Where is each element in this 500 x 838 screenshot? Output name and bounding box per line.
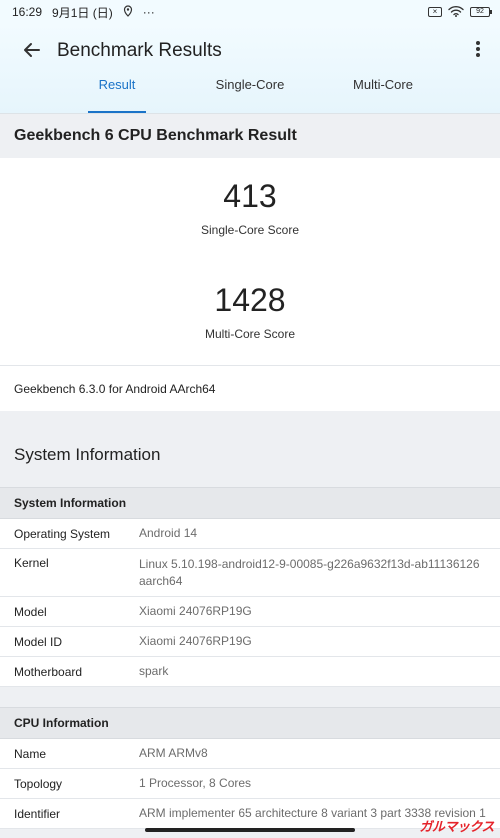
table-row: Topology 1 Processor, 8 Cores	[0, 769, 500, 799]
app-bar: Benchmark Results Result Single-Core Mul…	[0, 24, 500, 114]
battery-icon: 92	[470, 7, 492, 17]
more-dot-icon	[476, 41, 480, 45]
single-core-score-block: 413 Single-Core Score	[0, 158, 500, 262]
row-value: ARM ARMv8	[139, 746, 208, 760]
more-dot-icon	[476, 47, 480, 51]
tab-multi-core[interactable]: Multi-Core	[340, 73, 426, 113]
system-table-header: System Information	[0, 487, 500, 519]
no-sim-icon: ×	[428, 7, 442, 17]
status-date: 9月1日 (日)	[52, 5, 113, 20]
tab-bar: Result Single-Core Multi-Core	[0, 73, 500, 113]
more-options-button[interactable]	[474, 38, 482, 60]
watermark-logo: ガルマックス	[419, 819, 494, 834]
row-value: Android 14	[139, 526, 198, 540]
result-heading: Geekbench 6 CPU Benchmark Result	[0, 114, 500, 158]
back-button[interactable]	[20, 38, 44, 62]
row-value: 1 Processor, 8 Cores	[139, 776, 252, 790]
row-key: Name	[14, 746, 47, 761]
multi-core-score: 1428	[214, 282, 286, 318]
location-icon	[123, 4, 133, 20]
row-value: Xiaomi 24076RP19G	[139, 634, 252, 648]
row-key: Kernel	[14, 556, 49, 570]
row-key: Model	[14, 604, 47, 619]
table-row: Model ID Xiaomi 24076RP19G	[0, 627, 500, 657]
multi-core-label: Multi-Core Score	[204, 327, 296, 341]
multi-core-score-block: 1428 Multi-Core Score	[0, 262, 500, 365]
tab-single-core[interactable]: Single-Core	[205, 73, 295, 113]
status-right: × 92	[428, 5, 492, 20]
arrow-left-icon	[24, 43, 40, 57]
wifi-icon	[448, 5, 464, 20]
tab-result[interactable]: Result	[87, 73, 147, 113]
row-key: Identifier	[14, 806, 61, 821]
row-key: Motherboard	[14, 664, 83, 679]
spacer	[0, 687, 500, 707]
row-key: Topology	[14, 776, 63, 791]
battery-level: 92	[476, 8, 484, 15]
table-row: Name ARM ARMv8	[0, 739, 500, 769]
score-card: 413 Single-Core Score 1428 Multi-Core Sc…	[0, 158, 500, 411]
table-row: Model Xiaomi 24076RP19G	[0, 597, 500, 627]
row-value: Linux 5.10.198-android12-9-00085-g226a96…	[139, 556, 480, 596]
row-value: spark	[139, 664, 169, 678]
status-time: 16:29	[12, 5, 43, 19]
status-bar: 16:29 9月1日 (日) ··· × 92	[0, 0, 500, 24]
system-information-title: System Information	[14, 445, 161, 464]
row-key: Model ID	[14, 634, 63, 649]
status-dots: ···	[142, 5, 155, 19]
table-row: Operating System Android 14	[0, 519, 500, 549]
single-core-score: 413	[223, 178, 277, 214]
page-title: Benchmark Results	[57, 40, 222, 61]
more-dot-icon	[476, 53, 480, 57]
kernel-line-2: aarch64	[139, 574, 183, 588]
row-value: Xiaomi 24076RP19G	[139, 604, 252, 618]
single-core-label: Single-Core Score	[200, 223, 300, 237]
row-key: Operating System	[14, 526, 111, 541]
version-text: Geekbench 6.3.0 for Android AArch64	[0, 365, 500, 411]
table-row: Kernel Linux 5.10.198-android12-9-00085-…	[0, 549, 500, 597]
table-row: Motherboard spark	[0, 657, 500, 687]
cpu-table-header: CPU Information	[0, 707, 500, 739]
status-left: 16:29 9月1日 (日) ···	[12, 4, 155, 21]
spacer	[0, 411, 500, 423]
kernel-line-1: Linux 5.10.198-android12-9-00085-g226a96…	[139, 557, 480, 571]
home-indicator[interactable]	[145, 828, 355, 832]
